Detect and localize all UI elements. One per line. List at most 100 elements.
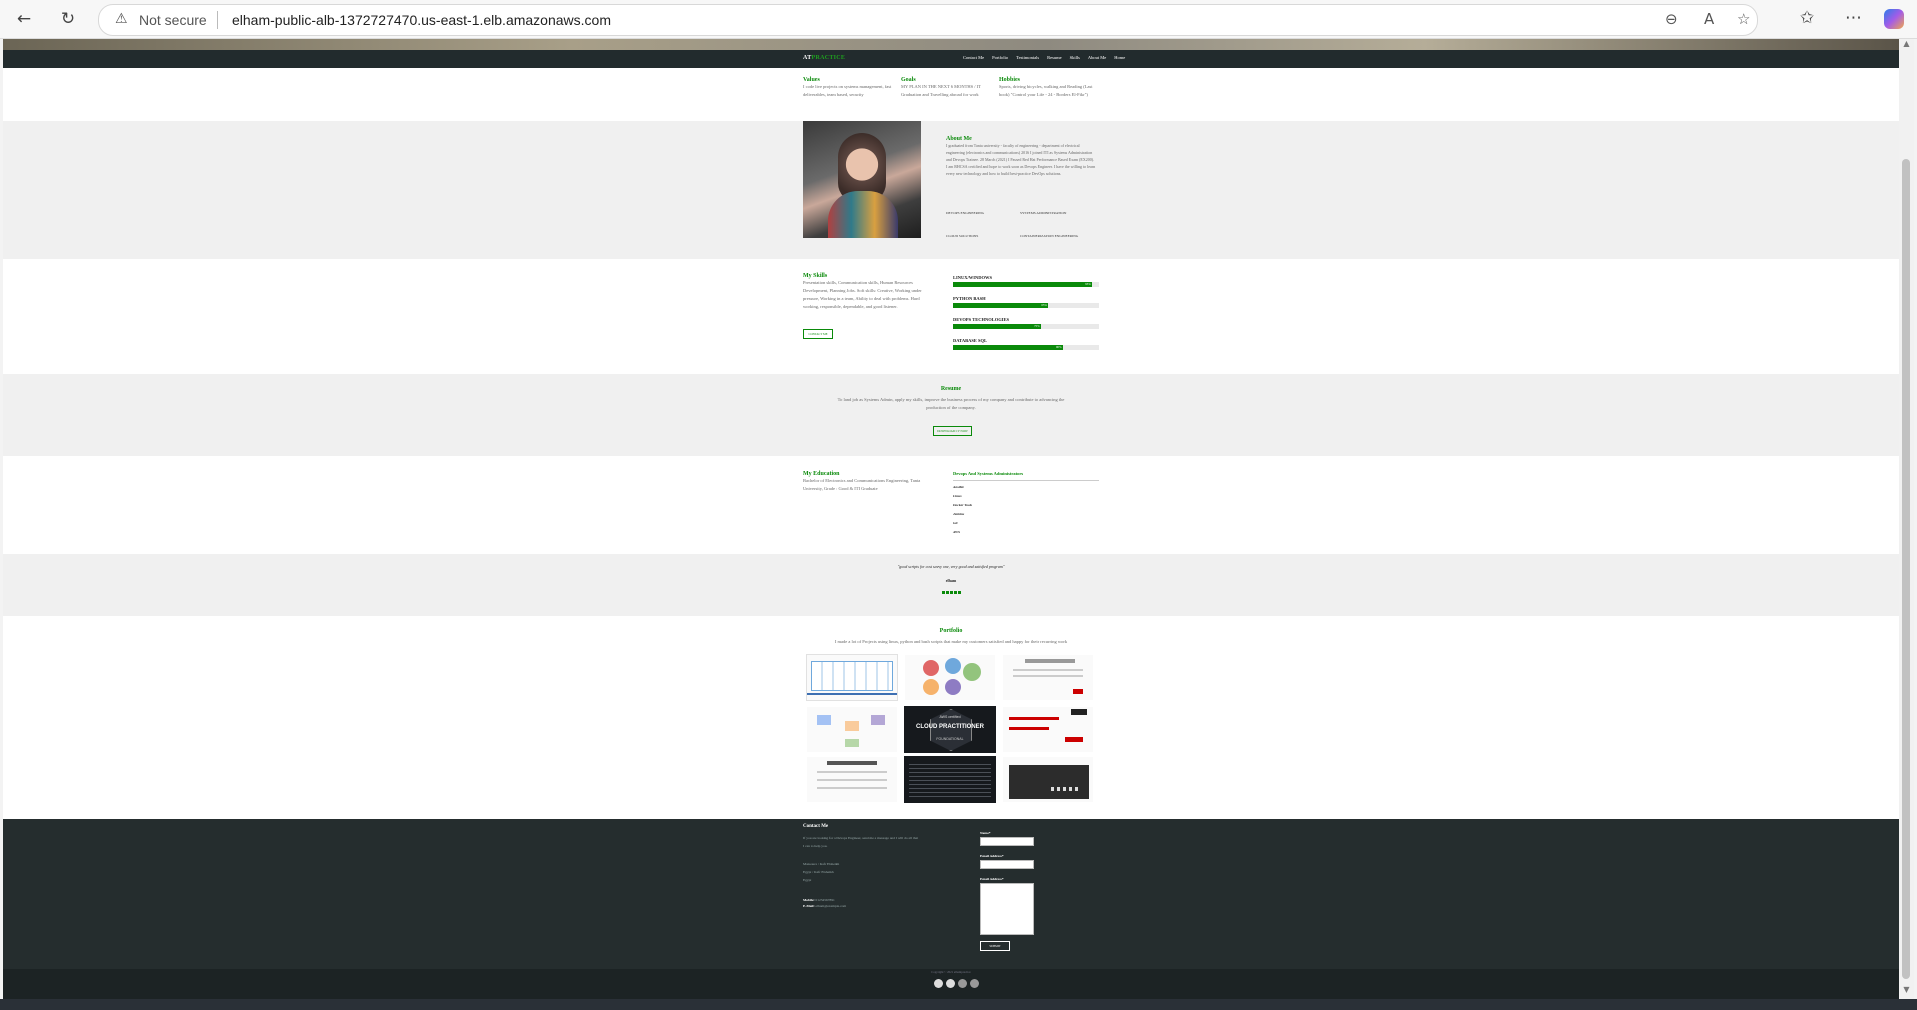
nav-resume[interactable]: Resume xyxy=(1047,55,1062,60)
about-tag-1: DEVOPS ENGINEERING xyxy=(946,211,985,215)
download-cv-button[interactable]: DOWNLOAD CV NOW xyxy=(933,426,972,436)
site-navbar: ATPRACTICE Contact Me Portfolio Testimon… xyxy=(3,50,1899,68)
resume-text: To land job as Systems Admin, apply my s… xyxy=(837,397,1065,410)
contact-details: Mobile: 01234567891 E-Mail: elham@exampl… xyxy=(803,897,846,909)
about-tag-4: CONTAINERIZATION ENGINEERING xyxy=(1020,234,1079,238)
portfolio-thumb-9[interactable] xyxy=(1002,756,1094,803)
intro-hobbies: Hobbies Sports, driving bicycles, walkin… xyxy=(999,77,1099,99)
social-icons xyxy=(934,979,979,988)
portfolio-section: Portfolio I made a lot of Projects using… xyxy=(3,616,1899,819)
nav-home[interactable]: Home xyxy=(1114,55,1125,60)
skill-label-database: DATABASE SQL xyxy=(953,338,987,343)
contact-text: If you are looking for a Devops Engineer… xyxy=(803,836,919,848)
instagram-icon[interactable] xyxy=(958,979,967,988)
portfolio-thumb-aws-badge[interactable]: AWS certified CLOUD PRACTITIONER FOUNDAT… xyxy=(904,706,996,753)
portfolio-thumb-8[interactable] xyxy=(904,756,996,803)
testimonial-dot[interactable] xyxy=(953,591,957,594)
thumb-badge-subtitle: FOUNDATIONAL xyxy=(936,737,964,741)
education-right: Devops And Systems Administrators Ansibl… xyxy=(953,471,1099,537)
intro-values-text: I code live projects on systems manageme… xyxy=(803,84,892,97)
resume-section: Resume To land job as Systems Admin, app… xyxy=(3,374,1899,456)
education-left: My Education Bachelor of Electronics and… xyxy=(803,471,923,493)
warning-icon: ⚠ xyxy=(115,11,128,27)
scrollbar-thumb[interactable] xyxy=(1902,159,1910,979)
read-aloud-icon[interactable]: A xyxy=(1704,10,1714,28)
os-taskbar xyxy=(0,999,1917,1010)
portfolio-text: I made a lot of Projects using linux, py… xyxy=(834,639,1068,644)
email-input[interactable] xyxy=(980,860,1034,869)
profile-photo xyxy=(803,121,921,238)
email-value[interactable]: elham@example.com xyxy=(816,904,847,908)
url-separator xyxy=(217,11,218,29)
facebook-icon[interactable] xyxy=(934,979,943,988)
copilot-icon[interactable] xyxy=(1884,9,1904,29)
intro-goals: Goals MY PLAN IN THE NEXT 6 MONTHS / IT … xyxy=(901,77,991,99)
scroll-up-icon[interactable]: ▲ xyxy=(1899,39,1914,53)
nav-testimonials[interactable]: Testimonials xyxy=(1016,55,1039,60)
education-item-linux: Linux xyxy=(953,494,962,498)
testimonial-dot[interactable] xyxy=(957,591,961,594)
profile-scarf xyxy=(828,191,898,238)
favorite-star-icon[interactable]: ☆ xyxy=(1737,10,1750,28)
contact-section: Contact Me If you are looking for a Devo… xyxy=(3,819,1899,969)
portfolio-thumb-3[interactable] xyxy=(1002,654,1094,701)
address-bar[interactable]: ⚠ Not secure elham-public-alb-1372727470… xyxy=(98,4,1758,36)
logo-secondary: PRACTICE xyxy=(811,55,846,61)
nav-about[interactable]: About Me xyxy=(1088,55,1106,60)
site-footer: Copyright © 2021 elhampractice xyxy=(3,969,1899,999)
nav-portfolio[interactable]: Portfolio xyxy=(992,55,1008,60)
skill-bar-python: 65% xyxy=(953,303,1099,308)
scroll-down-icon[interactable]: ▼ xyxy=(1899,985,1914,999)
portfolio-thumb-1[interactable] xyxy=(806,654,898,701)
mobile-value: 01234567891 xyxy=(815,898,835,902)
name-label: Name* xyxy=(980,831,991,835)
nav-skills[interactable]: Skills xyxy=(1070,55,1080,60)
testimonial-dot[interactable] xyxy=(949,591,953,594)
address-line-2: Egypt / Kafr Elsheikh xyxy=(803,870,834,874)
email-field-label: Email Address* xyxy=(980,854,1004,858)
submit-button[interactable]: SUBMIT xyxy=(980,941,1010,951)
twitter-icon[interactable] xyxy=(946,979,955,988)
message-label: Email Address* xyxy=(980,877,1004,881)
education-track-title: Devops And Systems Administrators xyxy=(953,471,1099,481)
contact-address: Mansoura / Kafr Elsheikh Egypt / Kafr El… xyxy=(803,860,839,884)
zoom-out-icon[interactable]: ⊖ xyxy=(1665,10,1678,28)
about-content: About Me I graduated from Tanta universi… xyxy=(946,136,1096,177)
skill-bar-fill: 90% xyxy=(953,345,1063,350)
skill-label-linux: LINUX/WINDOWS xyxy=(953,275,993,280)
dribbble-icon[interactable] xyxy=(970,979,979,988)
about-tag-2: SYSTEMS ADMINISTRATION xyxy=(1020,211,1067,215)
more-menu-icon[interactable]: ⋯ xyxy=(1845,8,1862,28)
message-textarea[interactable] xyxy=(980,883,1034,935)
reload-icon[interactable]: ↻ xyxy=(55,7,81,31)
skill-bar-linux: 95% xyxy=(953,282,1099,287)
testimonial-dot[interactable] xyxy=(941,591,945,594)
contact-title: Contact Me xyxy=(803,824,829,829)
site-logo[interactable]: ATPRACTICE xyxy=(803,55,845,61)
testimonial-dot[interactable] xyxy=(945,591,949,594)
nav-links: Contact Me Portfolio Testimonials Resume… xyxy=(963,55,1125,60)
portfolio-thumb-7[interactable] xyxy=(806,756,898,803)
address-line-3: Egypt xyxy=(803,878,812,882)
favorites-icon[interactable]: ✩ xyxy=(1800,8,1814,28)
skill-label-python: PYTHON BASH xyxy=(953,296,986,301)
contact-me-button[interactable]: CONTACT ME xyxy=(803,329,833,339)
education-section: My Education Bachelor of Electronics and… xyxy=(3,456,1899,554)
intro-goals-text: MY PLAN IN THE NEXT 6 MONTHS / IT Gradua… xyxy=(901,84,981,97)
url-text[interactable]: elham-public-alb-1372727470.us-east-1.el… xyxy=(232,12,611,28)
nav-contact[interactable]: Contact Me xyxy=(963,55,984,60)
portfolio-thumb-4[interactable] xyxy=(806,706,898,753)
name-input[interactable] xyxy=(980,837,1034,846)
back-icon[interactable]: ← xyxy=(11,7,37,31)
education-item-aws: AWS xyxy=(953,530,961,534)
about-text: I graduated from Tanta university - facu… xyxy=(946,143,1096,176)
security-label[interactable]: Not secure xyxy=(139,12,207,28)
portfolio-thumb-2[interactable] xyxy=(904,654,996,701)
thumb-badge-title: CLOUD PRACTITIONER xyxy=(916,724,984,730)
thumb-badge-label: AWS certified xyxy=(939,715,961,719)
skill-bar-fill: 95% xyxy=(953,282,1092,287)
testimonial-dots xyxy=(3,591,1899,594)
portfolio-thumb-6[interactable] xyxy=(1002,706,1094,753)
page-scrollbar[interactable]: ▲ ▼ xyxy=(1899,39,1914,999)
education-text: Bachelor of Electronics and Communicatio… xyxy=(803,478,921,491)
